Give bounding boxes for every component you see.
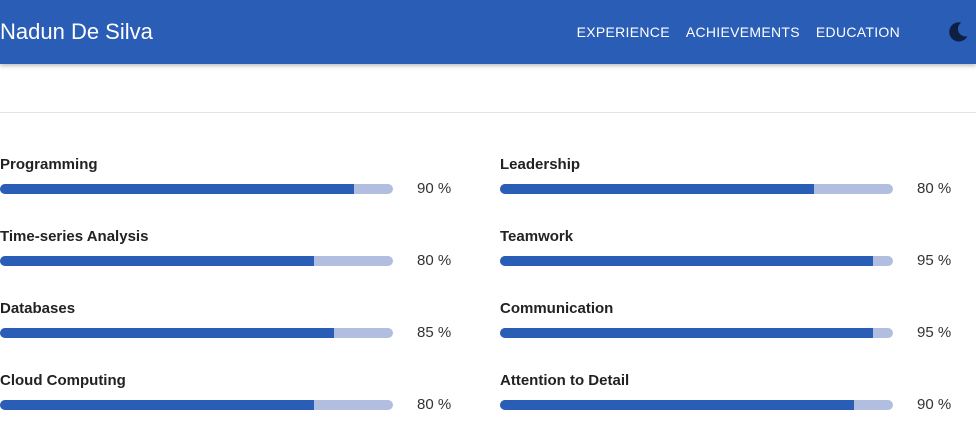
skill-attention-to-detail: Attention to Detail 90 %: [500, 370, 960, 430]
site-title[interactable]: Nadun De Silva: [0, 0, 153, 64]
skill-progress-track: [0, 184, 393, 194]
skill-progress-fill: [500, 400, 854, 410]
skill-progress-track: [500, 256, 893, 266]
skill-time-series-analysis: Time-series Analysis 80 %: [0, 226, 460, 286]
skill-progress-fill: [0, 184, 354, 194]
skill-percent: 80 %: [417, 396, 452, 413]
skill-progress-fill: [0, 256, 315, 266]
app-bar: Nadun De Silva EXPERIENCE ACHIEVEMENTS E…: [0, 0, 976, 64]
skill-progress-fill: [0, 328, 335, 338]
skill-progress-fill: [500, 328, 874, 338]
skill-percent: 85 %: [417, 324, 452, 341]
moon-icon: [949, 22, 968, 42]
skill-communication: Communication 95 %: [500, 298, 960, 358]
skill-label: Leadership: [500, 156, 581, 173]
skill-teamwork: Teamwork 95 %: [500, 226, 960, 286]
skill-percent: 80 %: [917, 180, 952, 197]
skill-programming: Programming 90 %: [0, 154, 460, 214]
nav-education[interactable]: EDUCATION: [816, 24, 900, 40]
skill-label: Time-series Analysis: [0, 228, 149, 245]
skill-label: Communication: [500, 300, 614, 317]
nav-experience[interactable]: EXPERIENCE: [577, 24, 670, 40]
skill-label: Databases: [0, 300, 76, 317]
skill-cloud-computing: Cloud Computing 80 %: [0, 370, 460, 430]
skill-progress-fill: [500, 184, 815, 194]
skill-progress-fill: [0, 400, 315, 410]
skill-progress-track: [500, 400, 893, 410]
section-divider: [0, 112, 976, 113]
skill-label: Teamwork: [500, 228, 574, 245]
skill-databases: Databases 85 %: [0, 298, 460, 358]
skill-label: Attention to Detail: [500, 372, 630, 389]
theme-toggle-button[interactable]: [946, 20, 970, 44]
skill-label: Programming: [0, 156, 98, 173]
skill-progress-track: [0, 328, 393, 338]
skill-progress-track: [500, 184, 893, 194]
main-nav: EXPERIENCE ACHIEVEMENTS EDUCATION: [577, 0, 900, 64]
nav-achievements[interactable]: ACHIEVEMENTS: [686, 24, 800, 40]
skill-percent: 90 %: [917, 396, 952, 413]
skill-percent: 95 %: [917, 324, 952, 341]
skill-percent: 95 %: [917, 252, 952, 269]
skill-progress-track: [0, 256, 393, 266]
skill-progress-track: [0, 400, 393, 410]
skill-label: Cloud Computing: [0, 372, 126, 389]
skill-percent: 90 %: [417, 180, 452, 197]
skill-leadership: Leadership 80 %: [500, 154, 960, 214]
skill-progress-track: [500, 328, 893, 338]
skill-percent: 80 %: [417, 252, 452, 269]
skill-progress-fill: [500, 256, 874, 266]
